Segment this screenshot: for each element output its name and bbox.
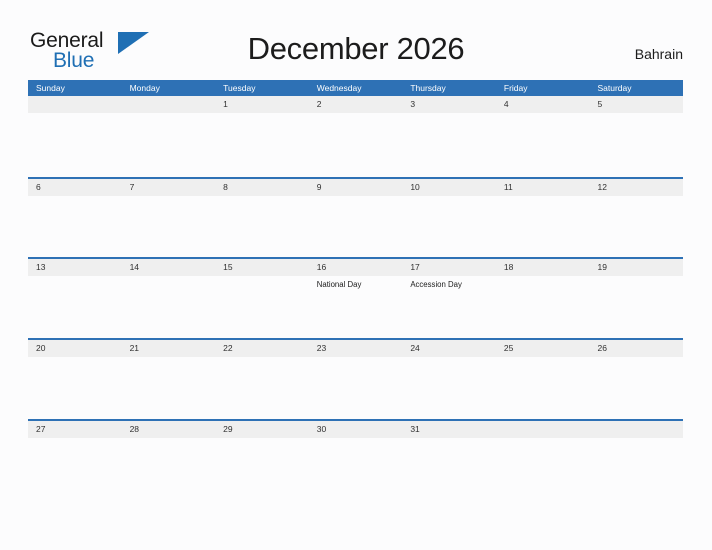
day-number: 18 [503, 262, 514, 273]
calendar-day-cell[interactable]: 28 [122, 421, 216, 500]
weekday-header-friday: Friday [503, 83, 528, 93]
calendar-week-row: 27 28 29 30 31 [28, 418, 683, 500]
day-number: 16 [316, 262, 327, 273]
weekday-header-wednesday: Wednesday [316, 83, 362, 93]
weekday-header-tuesday: Tuesday [223, 83, 256, 93]
day-number: 19 [597, 262, 607, 273]
day-number: 11 [503, 181, 513, 192]
day-number: 24 [410, 343, 420, 354]
day-events: Accession Day [410, 276, 496, 290]
calendar-day-cell[interactable]: 2 [309, 96, 403, 177]
calendar-day-cell[interactable]: 31 [402, 421, 496, 500]
day-number: 25 [503, 343, 514, 354]
day-number: 17 [410, 262, 420, 273]
calendar-day-cell[interactable]: 9 [309, 179, 403, 258]
day-number: 14 [129, 262, 140, 273]
calendar-day-cell-empty [28, 96, 122, 177]
day-number: 13 [36, 262, 46, 273]
calendar-week-row: 20 21 22 23 24 25 26 [28, 338, 683, 419]
calendar-day-cell[interactable]: 20 [28, 340, 122, 419]
calendar-day-cell[interactable]: 25 [496, 340, 590, 419]
calendar-weeks: 1 2 3 4 5 6 7 8 9 10 11 12 13 14 15 16 National Day 17 Acc… [28, 96, 683, 499]
day-number: 31 [410, 423, 420, 434]
calendar-day-cell[interactable]: 16 National Day [309, 259, 403, 338]
calendar-week-row: 6 7 8 9 10 11 12 [28, 176, 683, 258]
calendar-day-cell[interactable]: 26 [589, 340, 683, 419]
calendar-day-cell[interactable]: 13 [28, 259, 122, 338]
weekday-header-sunday: Sunday [36, 83, 65, 93]
calendar-week-row: 1 2 3 4 5 [28, 96, 683, 177]
calendar-day-cell-empty [589, 421, 683, 500]
calendar-day-cell[interactable]: 5 [589, 96, 683, 177]
calendar-day-cell[interactable]: 30 [309, 421, 403, 500]
day-number: 27 [36, 423, 46, 434]
day-number: 8 [223, 181, 228, 192]
calendar-day-cell-empty [122, 96, 216, 177]
day-number: 28 [129, 423, 140, 434]
day-number: 6 [36, 181, 41, 192]
calendar-day-cell[interactable]: 29 [215, 421, 309, 500]
calendar-day-cell[interactable]: 19 [589, 259, 683, 338]
day-number: 3 [410, 99, 416, 109]
weekday-header-saturday: Saturday [597, 83, 632, 93]
calendar-day-cell[interactable]: 10 [402, 179, 496, 258]
calendar-day-cell[interactable]: 6 [28, 179, 122, 258]
day-number: 12 [597, 181, 607, 192]
calendar-grid: Sunday Monday Tuesday Wednesday Thursday… [28, 80, 683, 499]
calendar-day-cell[interactable]: 18 [496, 259, 590, 338]
day-number: 7 [129, 181, 135, 192]
day-number: 23 [316, 343, 327, 354]
day-number: 1 [223, 99, 228, 109]
calendar-day-cell[interactable]: 17 Accession Day [402, 259, 496, 338]
calendar-day-cell[interactable]: 22 [215, 340, 309, 419]
calendar-day-cell[interactable]: 1 [215, 96, 309, 177]
calendar-week-row: 13 14 15 16 National Day 17 Accession Day 18 19 [28, 257, 683, 338]
day-number: 15 [223, 262, 233, 273]
day-number: 29 [223, 423, 233, 434]
day-number: 20 [36, 343, 46, 354]
calendar-day-cell-empty [496, 421, 590, 500]
calendar-day-cell[interactable]: 15 [215, 259, 309, 338]
day-number: 2 [316, 99, 322, 109]
weekday-header-monday: Monday [129, 83, 160, 93]
day-number: 9 [316, 181, 322, 192]
day-events: National Day [317, 276, 403, 290]
calendar-day-cell[interactable]: 21 [122, 340, 216, 419]
day-number: 22 [223, 343, 233, 354]
calendar-day-cell[interactable]: 27 [28, 421, 122, 500]
holiday-label: Accession Day [410, 280, 462, 290]
page-title: December 2026 [247, 31, 465, 66]
day-number: 4 [503, 99, 509, 109]
calendar-day-cell[interactable]: 7 [122, 179, 216, 258]
calendar-day-cell[interactable]: 14 [122, 259, 216, 338]
calendar-day-cell[interactable]: 24 [402, 340, 496, 419]
weekday-header-row: Sunday Monday Tuesday Wednesday Thursday… [28, 80, 683, 96]
calendar-day-cell[interactable]: 12 [589, 179, 683, 258]
calendar-day-cell[interactable]: 4 [496, 96, 590, 177]
calendar-day-cell[interactable]: 8 [215, 179, 309, 258]
page-header: General Blue December 2026 Bahrain [0, 0, 712, 80]
day-number: 30 [316, 423, 327, 434]
day-number: 5 [597, 99, 603, 109]
calendar-day-cell[interactable]: 3 [402, 96, 496, 177]
calendar-day-cell[interactable]: 23 [309, 340, 403, 419]
day-number: 21 [129, 343, 140, 354]
holiday-label: National Day [316, 280, 362, 290]
calendar-day-cell[interactable]: 11 [496, 179, 590, 258]
country-label: Bahrain [634, 46, 683, 62]
day-number: 10 [410, 181, 420, 192]
weekday-header-thursday: Thursday [410, 83, 446, 93]
day-number: 26 [597, 343, 607, 354]
